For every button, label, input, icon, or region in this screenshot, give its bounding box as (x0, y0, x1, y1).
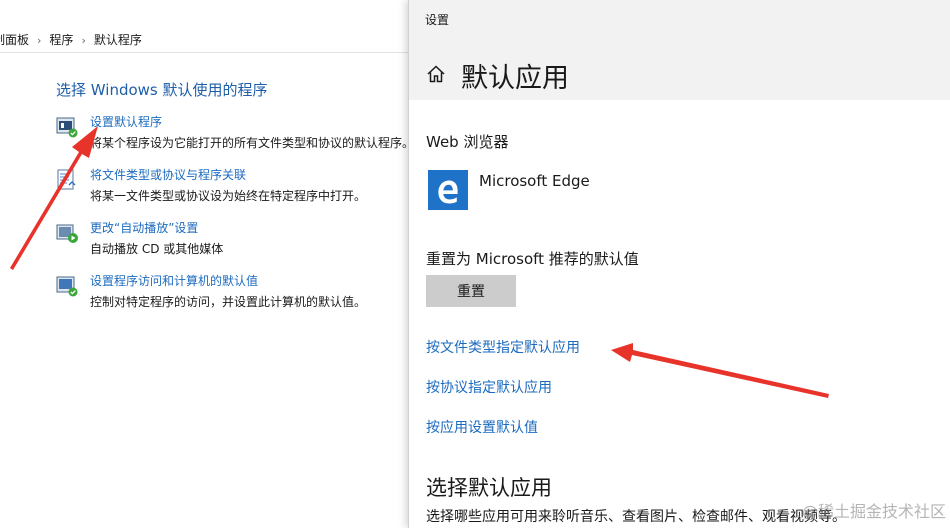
page-title: 默认应用 (461, 63, 569, 94)
breadcrumb-item-programs[interactable]: 程序 (49, 28, 73, 52)
set-default-programs-link[interactable]: 设置默认程序 (90, 114, 162, 130)
breadcrumb-item-default-programs[interactable]: 默认程序 (94, 28, 142, 52)
edge-icon (438, 180, 458, 204)
file-association-link[interactable]: 将文件类型或协议与程序关联 (90, 167, 246, 183)
settings-window: 设置 默认应用 Web 浏览器 Microsoft Edge 重置为 Micro… (408, 0, 950, 528)
cp-heading: 选择 Windows 默认使用的程序 (56, 81, 268, 99)
settings-header: 默认应用 (409, 38, 950, 100)
set-default-programs-description: 将某个程序设为它能打开的所有文件类型和协议的默认程序。 (90, 136, 415, 150)
browser-tile[interactable] (428, 170, 468, 210)
autoplay-settings-link[interactable]: 更改“自动播放”设置 (90, 220, 198, 236)
choose-default-apps-title: 选择默认应用 (426, 476, 552, 500)
settings-titlebar[interactable]: 设置 (409, 0, 950, 38)
breadcrumb-item-control-panel[interactable]: 制面板 (0, 28, 29, 52)
program-access-link[interactable]: 设置程序访问和计算机的默认值 (90, 273, 258, 289)
default-programs-icon (56, 117, 78, 138)
file-association-icon (57, 169, 76, 190)
breadcrumb-chevron-icon[interactable]: › (81, 29, 85, 53)
home-icon[interactable] (426, 64, 446, 84)
browser-name[interactable]: Microsoft Edge (479, 172, 590, 190)
watermark: @稀土掘金技术社区 (801, 502, 946, 521)
file-association-description: 将某一文件类型或协议设为始终在特定程序中打开。 (90, 189, 367, 203)
autoplay-icon (56, 224, 78, 243)
settings-window-title: 设置 (425, 13, 450, 27)
program-access-description: 控制对特定程序的访问，并设置此计算机的默认值。 (90, 295, 367, 309)
choose-by-protocol-link[interactable]: 按协议指定默认应用 (426, 377, 552, 397)
set-defaults-by-app-link[interactable]: 按应用设置默认值 (426, 417, 538, 437)
choose-default-apps-description: 选择哪些应用可用来聆听音乐、查看图片、检查邮件、观看视频等。 (426, 509, 846, 525)
autoplay-description: 自动播放 CD 或其他媒体 (90, 242, 224, 256)
program-access-icon (56, 276, 78, 297)
reset-button[interactable]: 重置 (426, 275, 516, 307)
reset-label: 重置为 Microsoft 推荐的默认值 (426, 250, 639, 268)
web-browser-label: Web 浏览器 (426, 133, 509, 151)
choose-by-file-type-link[interactable]: 按文件类型指定默认应用 (426, 337, 580, 357)
breadcrumb-chevron-icon[interactable]: › (37, 29, 41, 53)
